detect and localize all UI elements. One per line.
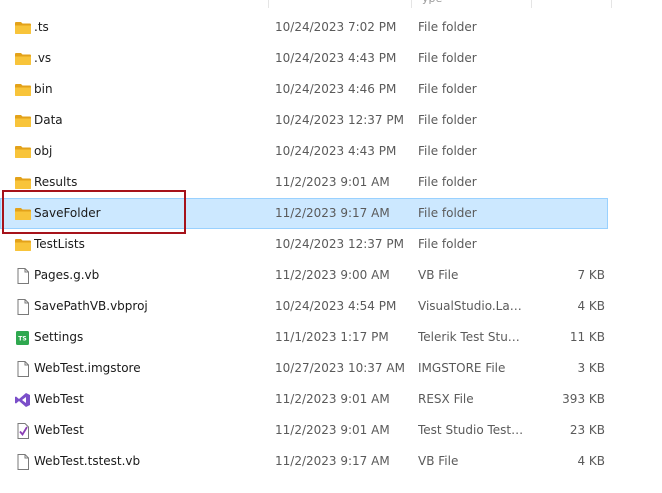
file-row[interactable]: WebTest 11/2/2023 9:01 AM Test Studio Test… [0,415,608,446]
file-name: WebTest [34,423,84,437]
file-row[interactable]: Results 11/2/2023 9:01 AM File folder [0,167,608,198]
file-explorer-view: ype .ts 10/24/2023 7:02 PM File folder .vs 1… [0,0,662,493]
file-list: .ts 10/24/2023 7:02 PM File folder .vs 10/24… [0,12,662,477]
file-type: Test Studio Test File [418,423,526,437]
column-divider[interactable] [268,0,269,8]
file-type: File folder [418,82,477,96]
file-row[interactable]: WebTest.tstest.vb 11/2/2023 9:17 AM VB Fil… [0,446,608,477]
file-icon [14,268,32,284]
file-name: .ts [34,20,49,34]
file-size: 393 KB [562,392,605,406]
file-type: Telerik Test Studio ... [418,330,526,344]
file-row[interactable]: TS Settings 11/1/2023 1:17 PM Telerik Test … [0,322,608,353]
column-divider[interactable] [531,0,532,8]
file-size: 4 KB [577,299,605,313]
file-row[interactable]: obj 10/24/2023 4:43 PM File folder [0,136,608,167]
file-date-modified: 11/2/2023 9:00 AM [275,268,390,282]
test-file-check-icon [14,423,32,439]
file-icon [14,299,32,315]
file-type: File folder [418,20,477,34]
file-row[interactable]: WebTest.imgstore 10/27/2023 10:37 AM IMGST… [0,353,608,384]
file-type: VisualStudio.Laun... [418,299,526,313]
file-type: File folder [418,206,477,220]
file-date-modified: 11/2/2023 9:01 AM [275,392,390,406]
file-name: .vs [34,51,52,65]
file-type: File folder [418,237,477,251]
file-date-modified: 10/24/2023 12:37 PM [275,113,404,127]
file-date-modified: 10/27/2023 10:37 AM [275,361,405,375]
file-date-modified: 10/24/2023 4:46 PM [275,82,397,96]
file-name: Results [34,175,78,189]
file-date-modified: 10/24/2023 4:54 PM [275,299,397,313]
file-name: WebTest [34,392,84,406]
file-name: Data [34,113,63,127]
file-name: SaveFolder [34,206,101,220]
file-date-modified: 10/24/2023 4:43 PM [275,51,397,65]
file-name: obj [34,144,53,158]
file-name: Pages.g.vb [34,268,100,282]
file-size: 23 KB [569,423,605,437]
visual-studio-icon [14,392,32,408]
file-date-modified: 11/1/2023 1:17 PM [275,330,389,344]
folder-icon [14,144,32,160]
file-type: VB File [418,454,459,468]
folder-icon [14,175,32,191]
column-divider[interactable] [611,0,612,8]
file-type: RESX File [418,392,474,406]
file-icon [14,361,32,377]
file-row[interactable]: SavePathVB.vbproj 10/24/2023 4:54 PM Visua… [0,291,608,322]
column-divider[interactable] [411,0,412,8]
file-row[interactable]: WebTest 11/2/2023 9:01 AM RESX File 393 KB [0,384,608,415]
folder-icon [14,113,32,129]
folder-icon [14,20,32,36]
file-date-modified: 10/24/2023 12:37 PM [275,237,404,251]
file-size: 7 KB [577,268,605,282]
file-row[interactable]: TestLists 10/24/2023 12:37 PM File folder [0,229,608,260]
test-studio-settings-icon: TS [14,330,32,346]
file-name: WebTest.imgstore [34,361,141,375]
file-name: TestLists [34,237,85,251]
file-type: VB File [418,268,459,282]
file-date-modified: 11/2/2023 9:01 AM [275,423,390,437]
file-row[interactable]: .ts 10/24/2023 7:02 PM File folder [0,12,608,43]
file-row[interactable]: bin 10/24/2023 4:46 PM File folder [0,74,608,105]
file-name: WebTest.tstest.vb [34,454,141,468]
folder-icon [14,82,32,98]
type-column-header[interactable]: ype [422,0,442,5]
file-type: File folder [418,113,477,127]
file-date-modified: 10/24/2023 7:02 PM [275,20,397,34]
file-type: IMGSTORE File [418,361,506,375]
file-name: SavePathVB.vbproj [34,299,148,313]
folder-icon [14,206,32,222]
folder-icon [14,237,32,253]
folder-icon [14,51,32,67]
file-row[interactable]: Data 10/24/2023 12:37 PM File folder [0,105,608,136]
file-size: 4 KB [577,454,605,468]
file-name: Settings [34,330,84,344]
file-row[interactable]: Pages.g.vb 11/2/2023 9:00 AM VB File 7 KB [0,260,608,291]
file-name: bin [34,82,53,96]
file-type: File folder [418,51,477,65]
file-type: File folder [418,175,477,189]
file-size: 3 KB [577,361,605,375]
file-date-modified: 11/2/2023 9:01 AM [275,175,390,189]
file-date-modified: 11/2/2023 9:17 AM [275,206,390,220]
file-row[interactable]: SaveFolder 11/2/2023 9:17 AM File folder [0,198,608,229]
file-type: File folder [418,144,477,158]
svg-text:TS: TS [18,336,26,343]
file-row[interactable]: .vs 10/24/2023 4:43 PM File folder [0,43,608,74]
file-date-modified: 10/24/2023 4:43 PM [275,144,397,158]
file-date-modified: 11/2/2023 9:17 AM [275,454,390,468]
file-icon [14,454,32,470]
file-size: 11 KB [569,330,605,344]
